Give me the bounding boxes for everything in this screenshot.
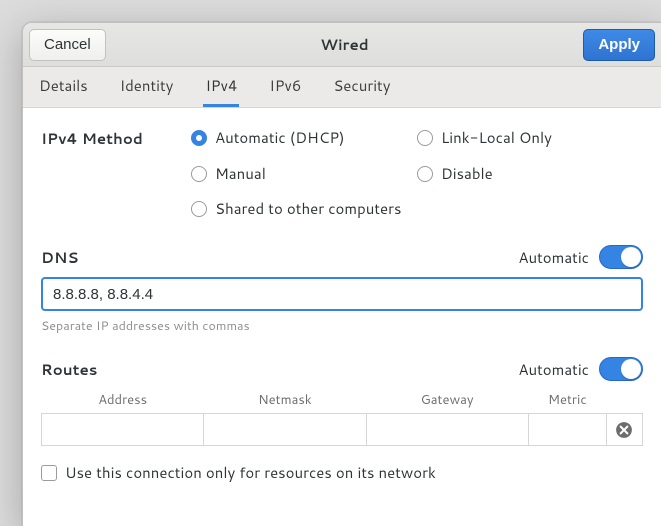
ipv4-page: IPv4 Method Automatic (DHCP) Link-Local … xyxy=(23,108,661,526)
col-metric: Metric xyxy=(528,389,606,414)
radio-label: Shared to other computers xyxy=(215,198,401,219)
routes-automatic-group: Automatic xyxy=(518,357,643,381)
switch-knob xyxy=(621,359,641,379)
switch-knob xyxy=(621,247,641,267)
table-row xyxy=(42,414,643,446)
ipv4-method-group: IPv4 Method Automatic (DHCP) Link-Local … xyxy=(41,126,643,219)
dns-label: DNS xyxy=(41,247,79,268)
col-address: Address xyxy=(42,389,204,414)
routes-table: Address Netmask Gateway Metric xyxy=(41,389,643,446)
dns-automatic-switch[interactable] xyxy=(599,245,643,269)
connection-editor-dialog: Cancel Wired Apply Details Identity IPv4… xyxy=(22,22,661,526)
dns-servers-input[interactable] xyxy=(41,277,643,311)
only-resources-row: Use this connection only for resources o… xyxy=(41,462,643,483)
dns-header: DNS Automatic xyxy=(41,245,643,269)
radio-label: Link-Local Only xyxy=(441,127,552,148)
radio-manual[interactable]: Manual xyxy=(191,163,417,184)
apply-button[interactable]: Apply xyxy=(583,29,655,61)
remove-icon xyxy=(615,421,633,439)
tab-ipv6[interactable]: IPv6 xyxy=(267,67,303,107)
route-delete-button[interactable] xyxy=(607,414,642,445)
ipv4-method-label: IPv4 Method xyxy=(41,126,191,149)
radio-dot-icon xyxy=(191,130,207,146)
window-title: Wired xyxy=(320,34,368,55)
radio-label: Disable xyxy=(441,163,493,184)
routes-header-row: Address Netmask Gateway Metric xyxy=(42,389,643,414)
radio-dot-icon xyxy=(417,166,433,182)
routes-label: Routes xyxy=(41,359,97,380)
route-gateway-input[interactable] xyxy=(367,414,528,445)
radio-dot-icon xyxy=(191,166,207,182)
tab-identity[interactable]: Identity xyxy=(118,67,176,107)
dns-help-text: Separate IP addresses with commas xyxy=(41,317,643,335)
routes-header: Routes Automatic xyxy=(41,357,643,381)
radio-link-local[interactable]: Link-Local Only xyxy=(417,127,643,148)
tab-security[interactable]: Security xyxy=(331,67,392,107)
dns-automatic-label: Automatic xyxy=(518,247,589,268)
radio-label: Automatic (DHCP) xyxy=(215,127,345,148)
routes-automatic-label: Automatic xyxy=(518,359,589,380)
radio-automatic-dhcp[interactable]: Automatic (DHCP) xyxy=(191,127,417,148)
radio-dot-icon xyxy=(417,130,433,146)
route-netmask-input[interactable] xyxy=(204,414,365,445)
only-resources-checkbox[interactable] xyxy=(41,465,57,481)
route-metric-input[interactable] xyxy=(529,414,606,445)
radio-disable[interactable]: Disable xyxy=(417,163,643,184)
radio-shared[interactable]: Shared to other computers xyxy=(191,198,643,219)
dns-automatic-group: Automatic xyxy=(518,245,643,269)
headerbar: Cancel Wired Apply xyxy=(23,23,661,67)
cancel-button[interactable]: Cancel xyxy=(29,29,106,61)
radio-label: Manual xyxy=(215,163,266,184)
tab-details[interactable]: Details xyxy=(37,67,90,107)
tab-bar: Details Identity IPv4 IPv6 Security xyxy=(23,67,661,108)
route-address-input[interactable] xyxy=(42,414,203,445)
radio-dot-icon xyxy=(191,201,207,217)
tab-ipv4[interactable]: IPv4 xyxy=(203,67,239,107)
routes-automatic-switch[interactable] xyxy=(599,357,643,381)
only-resources-label: Use this connection only for resources o… xyxy=(65,462,436,483)
col-gateway: Gateway xyxy=(366,389,528,414)
col-netmask: Netmask xyxy=(204,389,366,414)
